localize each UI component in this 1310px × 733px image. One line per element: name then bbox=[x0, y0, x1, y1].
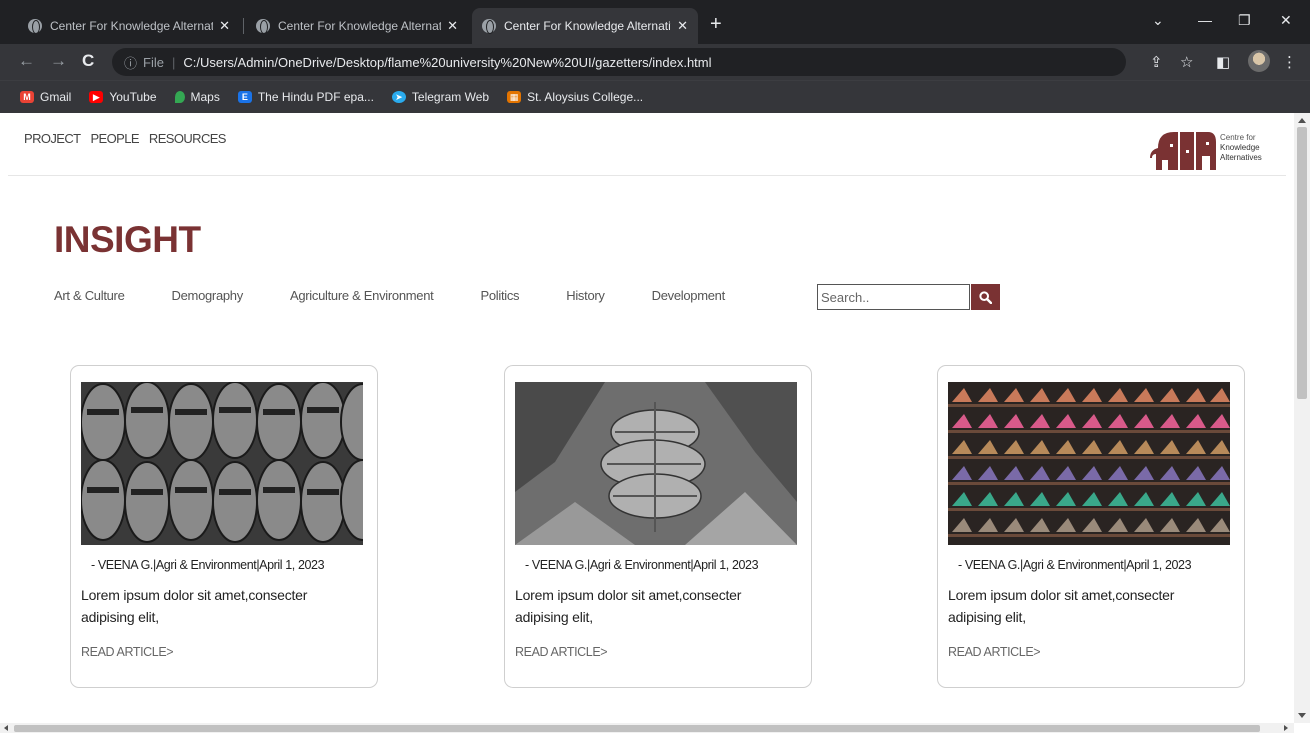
category-agriculture-environment[interactable]: Agriculture & Environment bbox=[290, 288, 434, 303]
search-icon bbox=[979, 290, 992, 304]
read-article-link[interactable]: READ ARTICLE> bbox=[948, 645, 1041, 659]
category-art-culture[interactable]: Art & Culture bbox=[54, 288, 125, 303]
article-meta: - VEENA G.|Agri & Environment|April 1, 2… bbox=[91, 558, 325, 572]
tab-search-icon[interactable]: ⌄ bbox=[1152, 12, 1164, 29]
article-card: - VEENA G.|Agri & Environment|April 1, 2… bbox=[937, 365, 1245, 688]
shoes-shelf-photo bbox=[948, 382, 1230, 545]
globe-icon bbox=[28, 19, 42, 34]
scroll-up-icon[interactable] bbox=[1298, 118, 1306, 123]
scroll-left-icon[interactable] bbox=[4, 725, 8, 731]
divider: | bbox=[171, 54, 176, 70]
header-divider bbox=[8, 175, 1286, 176]
youtube-icon: ▶ bbox=[89, 91, 104, 103]
logo-line-3: Alternatives bbox=[1220, 153, 1262, 162]
category-history[interactable]: History bbox=[566, 288, 605, 303]
globe-icon bbox=[256, 19, 270, 34]
reload-icon[interactable]: C bbox=[82, 51, 94, 71]
bookmark-hindu[interactable]: E The Hindu PDF epa... bbox=[237, 90, 374, 104]
article-card: - VEENA G.|Agri & Environment|April 1, 2… bbox=[70, 365, 378, 688]
logo-text: Centre for Knowledge Alternatives bbox=[1220, 133, 1262, 163]
scroll-right-icon[interactable] bbox=[1284, 725, 1288, 731]
sandals-photo bbox=[81, 382, 363, 545]
globe-icon bbox=[482, 19, 496, 34]
close-icon[interactable]: ✕ bbox=[677, 18, 688, 34]
browser-tab-strip: Center For Knowledge Alternative ✕ Cente… bbox=[0, 0, 1310, 44]
college-icon: ▦ bbox=[507, 91, 522, 103]
site-nav: PROJECT PEOPLE RESOURCES bbox=[24, 131, 226, 146]
bookmark-star-icon[interactable]: ☆ bbox=[1180, 53, 1193, 71]
e-icon: E bbox=[237, 91, 252, 103]
tab-separator bbox=[243, 18, 244, 34]
search-button[interactable] bbox=[971, 284, 1000, 310]
forward-icon[interactable]: → bbox=[50, 51, 67, 71]
category-development[interactable]: Development bbox=[652, 288, 726, 303]
bananas-photo bbox=[515, 382, 797, 545]
nav-resources[interactable]: RESOURCES bbox=[149, 131, 227, 146]
restore-icon[interactable]: ❐ bbox=[1238, 12, 1251, 29]
maps-icon bbox=[174, 91, 185, 103]
close-icon[interactable]: ✕ bbox=[219, 18, 230, 34]
scroll-down-icon[interactable] bbox=[1298, 713, 1306, 718]
article-excerpt: Lorem ipsum dolor sit amet,consecter adi… bbox=[81, 587, 308, 625]
minimize-icon[interactable]: — bbox=[1198, 12, 1212, 28]
tab-title: Center For Knowledge Alternative bbox=[50, 19, 214, 33]
category-demography[interactable]: Demography bbox=[172, 288, 244, 303]
new-tab-icon[interactable]: + bbox=[710, 14, 722, 34]
profile-avatar[interactable] bbox=[1248, 50, 1270, 72]
tab-title: Center For Knowledge Alternative bbox=[278, 19, 442, 33]
telegram-icon: ➤ bbox=[391, 91, 406, 103]
scrollbar-thumb[interactable] bbox=[14, 725, 1260, 732]
elephant-logo-icon bbox=[1150, 132, 1216, 170]
side-panel-icon[interactable]: ◧ bbox=[1216, 53, 1230, 71]
nav-project[interactable]: PROJECT bbox=[24, 131, 81, 146]
bookmark-label: The Hindu PDF epa... bbox=[257, 90, 374, 104]
window-close-icon[interactable]: ✕ bbox=[1280, 12, 1292, 29]
read-article-link[interactable]: READ ARTICLE> bbox=[515, 645, 608, 659]
info-icon[interactable]: ⓘ bbox=[124, 53, 137, 72]
page-viewport: PROJECT PEOPLE RESOURCES Centre for Know… bbox=[0, 113, 1294, 723]
article-meta: - VEENA G.|Agri & Environment|April 1, 2… bbox=[958, 558, 1192, 572]
article-excerpt: Lorem ipsum dolor sit amet,consecter adi… bbox=[948, 587, 1175, 625]
bookmark-label: St. Aloysius College... bbox=[527, 90, 644, 104]
back-icon[interactable]: ← bbox=[18, 51, 35, 71]
bookmark-label: YouTube bbox=[109, 90, 157, 104]
address-bar[interactable]: ⓘ File | C:/Users/Admin/OneDrive/Desktop… bbox=[112, 48, 1126, 76]
search-input[interactable] bbox=[817, 284, 970, 310]
page-title: INSIGHT bbox=[54, 219, 201, 260]
bookmark-youtube[interactable]: ▶ YouTube bbox=[89, 90, 157, 104]
article-card: - VEENA G.|Agri & Environment|April 1, 2… bbox=[504, 365, 812, 688]
nav-people[interactable]: PEOPLE bbox=[90, 131, 139, 146]
bookmark-college[interactable]: ▦ St. Aloysius College... bbox=[507, 90, 643, 104]
bookmarks-bar: M Gmail ▶ YouTube Maps E The Hindu PDF e… bbox=[0, 80, 1310, 113]
browser-tab-active[interactable]: Center For Knowledge Alternative ✕ bbox=[472, 8, 698, 44]
vertical-scrollbar[interactable] bbox=[1294, 113, 1310, 723]
menu-icon[interactable]: ⋮ bbox=[1282, 53, 1297, 71]
url-text[interactable]: C:/Users/Admin/OneDrive/Desktop/flame%20… bbox=[183, 55, 711, 70]
read-article-link[interactable]: READ ARTICLE> bbox=[81, 645, 174, 659]
category-filters: Art & Culture Demography Agriculture & E… bbox=[54, 288, 772, 303]
browser-toolbar: ← → C ⓘ File | C:/Users/Admin/OneDrive/D… bbox=[0, 44, 1310, 80]
logo-line-2: Knowledge bbox=[1220, 143, 1260, 152]
gmail-icon: M bbox=[20, 91, 34, 103]
bookmark-maps[interactable]: Maps bbox=[174, 90, 220, 104]
site-logo[interactable]: Centre for Knowledge Alternatives bbox=[1150, 126, 1262, 170]
article-excerpt: Lorem ipsum dolor sit amet,consecter adi… bbox=[515, 587, 742, 625]
logo-line-1: Centre for bbox=[1220, 133, 1256, 142]
tab-title: Center For Knowledge Alternative bbox=[504, 19, 672, 33]
url-scheme: File bbox=[143, 54, 164, 70]
bookmark-gmail[interactable]: M Gmail bbox=[20, 90, 71, 104]
share-icon[interactable]: ⇪ bbox=[1150, 53, 1163, 71]
bookmark-label: Telegram Web bbox=[411, 90, 490, 104]
bookmark-label: Gmail bbox=[40, 90, 72, 104]
bookmark-label: Maps bbox=[190, 90, 220, 104]
bookmark-telegram[interactable]: ➤ Telegram Web bbox=[391, 90, 490, 104]
article-meta: - VEENA G.|Agri & Environment|April 1, 2… bbox=[525, 558, 759, 572]
browser-tab[interactable]: Center For Knowledge Alternative ✕ bbox=[18, 8, 240, 44]
category-politics[interactable]: Politics bbox=[480, 288, 519, 303]
browser-tab[interactable]: Center For Knowledge Alternative ✕ bbox=[246, 8, 468, 44]
horizontal-scrollbar[interactable] bbox=[0, 723, 1294, 733]
close-icon[interactable]: ✕ bbox=[447, 18, 458, 34]
scrollbar-thumb[interactable] bbox=[1297, 127, 1307, 399]
